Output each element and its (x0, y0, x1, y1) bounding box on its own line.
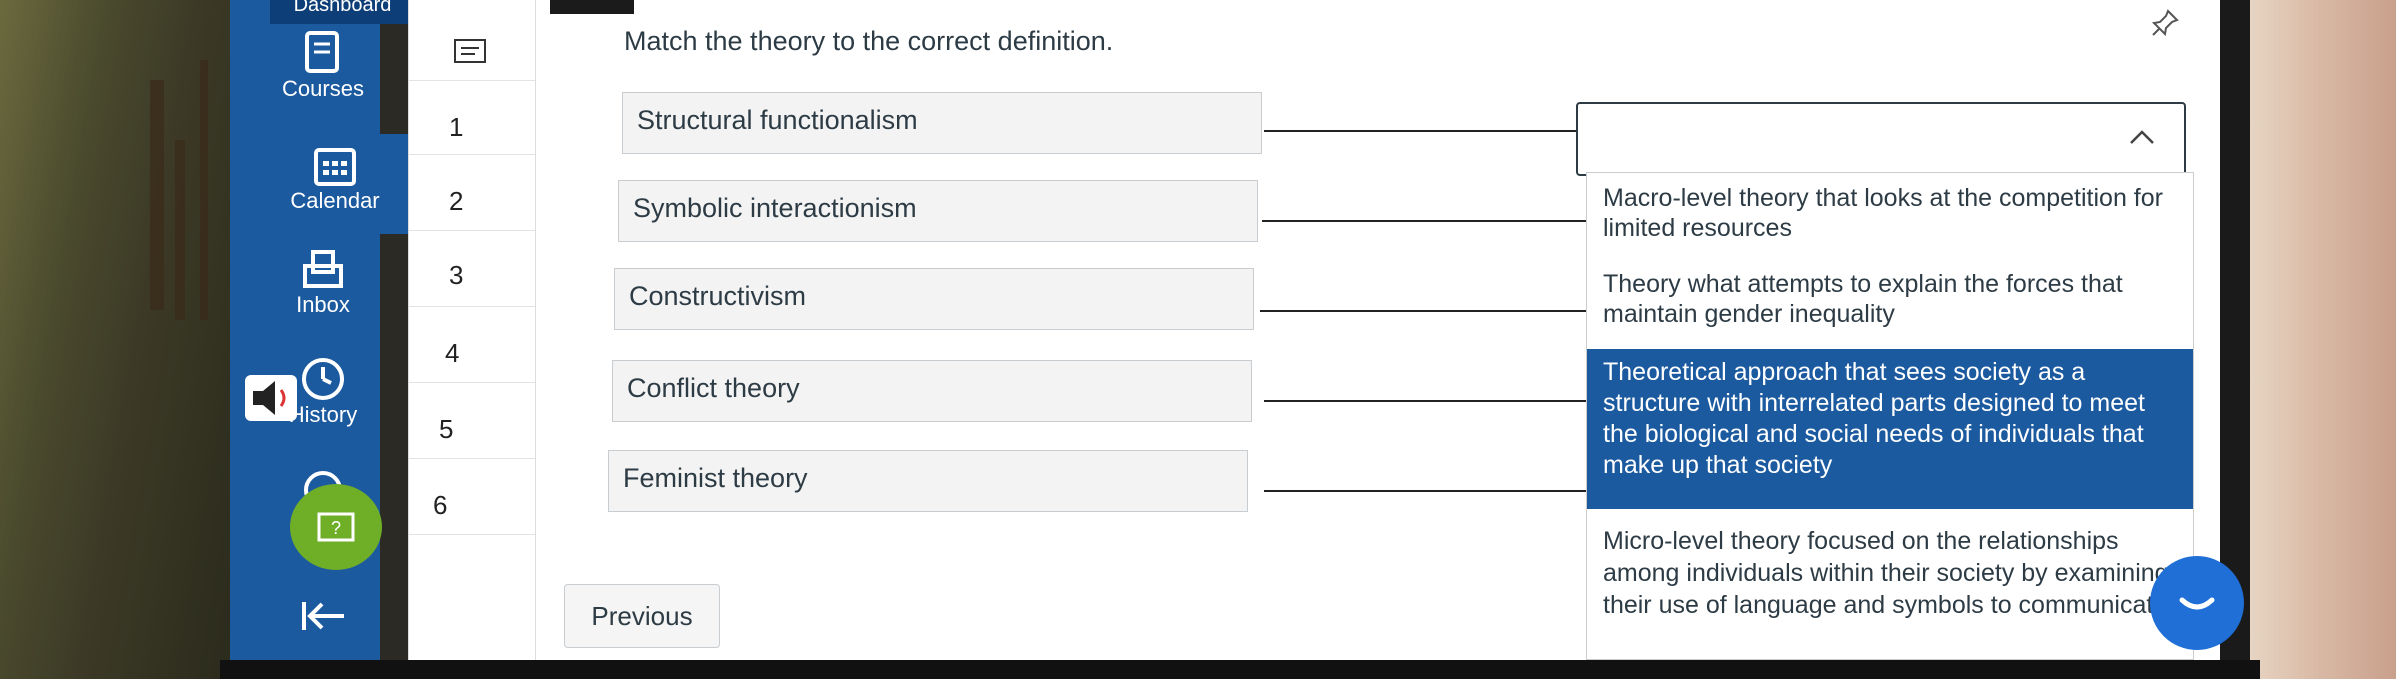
nav-item-inbox[interactable]: Inbox (238, 248, 408, 338)
chat-icon (2179, 597, 2215, 610)
document-icon (454, 39, 486, 63)
previous-button[interactable]: Previous (564, 584, 720, 648)
connector-line (1262, 220, 1588, 222)
question-list-item[interactable]: 6 (409, 460, 535, 535)
quiz-help-button[interactable]: ? (290, 484, 382, 570)
dropdown-option[interactable]: Theory what attempts to explain the forc… (1587, 265, 2193, 343)
collapse-nav-button[interactable] (238, 596, 408, 646)
chat-button[interactable] (2150, 556, 2244, 650)
question-list-item[interactable]: 3 (409, 232, 535, 307)
inbox-icon (303, 250, 343, 288)
dropdown-option[interactable]: Micro-level theory focused on the relati… (1587, 521, 2193, 661)
background-photo-left (0, 0, 240, 679)
question-list-item[interactable]: 1 (409, 80, 535, 155)
question-list-header (409, 18, 535, 81)
nav-item-calendar[interactable]: Calendar (262, 134, 408, 234)
background-photo-right (2246, 0, 2396, 679)
history-icon (302, 358, 344, 400)
question-list-item[interactable]: 4 (409, 308, 535, 383)
match-term: Constructivism (614, 268, 1254, 330)
match-term: Feminist theory (608, 450, 1248, 512)
match-term: Conflict theory (612, 360, 1252, 422)
nav-item-courses[interactable]: Courses (238, 30, 408, 122)
question-mark-box-icon: ? (317, 512, 355, 542)
calendar-icon (314, 148, 356, 186)
connector-line (1264, 130, 1578, 132)
points-tab (550, 0, 634, 14)
question-list-item[interactable]: 2 (409, 156, 535, 231)
chevron-up-icon (2130, 130, 2154, 144)
nav-label-calendar: Calendar (290, 188, 380, 213)
match-term: Symbolic interactionism (618, 180, 1258, 242)
question-prompt: Match the theory to the correct definiti… (624, 26, 1114, 56)
question-list-item[interactable]: 5 (409, 384, 535, 459)
nav-dashboard-strip[interactable]: Dashboard (270, 0, 415, 24)
pin-icon[interactable] (2150, 8, 2180, 38)
svg-text:?: ? (331, 518, 341, 538)
speaker-icon[interactable] (245, 375, 297, 421)
answer-select[interactable] (1576, 102, 2186, 176)
question-list: 1 2 3 4 5 6 (408, 0, 536, 660)
monitor-bezel-bottom (220, 660, 2260, 679)
collapse-nav-icon (302, 602, 344, 630)
connector-line (1260, 310, 1588, 312)
courses-icon (305, 31, 339, 73)
connector-line (1264, 400, 1588, 402)
dropdown-option-selected[interactable]: Theoretical approach that sees society a… (1587, 349, 2193, 509)
nav-label-inbox: Inbox (296, 292, 350, 317)
dropdown-option[interactable]: Macro-level theory that looks at the com… (1587, 179, 2193, 255)
nav-label-courses: Courses (282, 76, 364, 101)
connector-line (1264, 490, 1588, 492)
answer-dropdown: Macro-level theory that looks at the com… (1586, 172, 2194, 660)
match-term: Structural functionalism (622, 92, 1262, 154)
